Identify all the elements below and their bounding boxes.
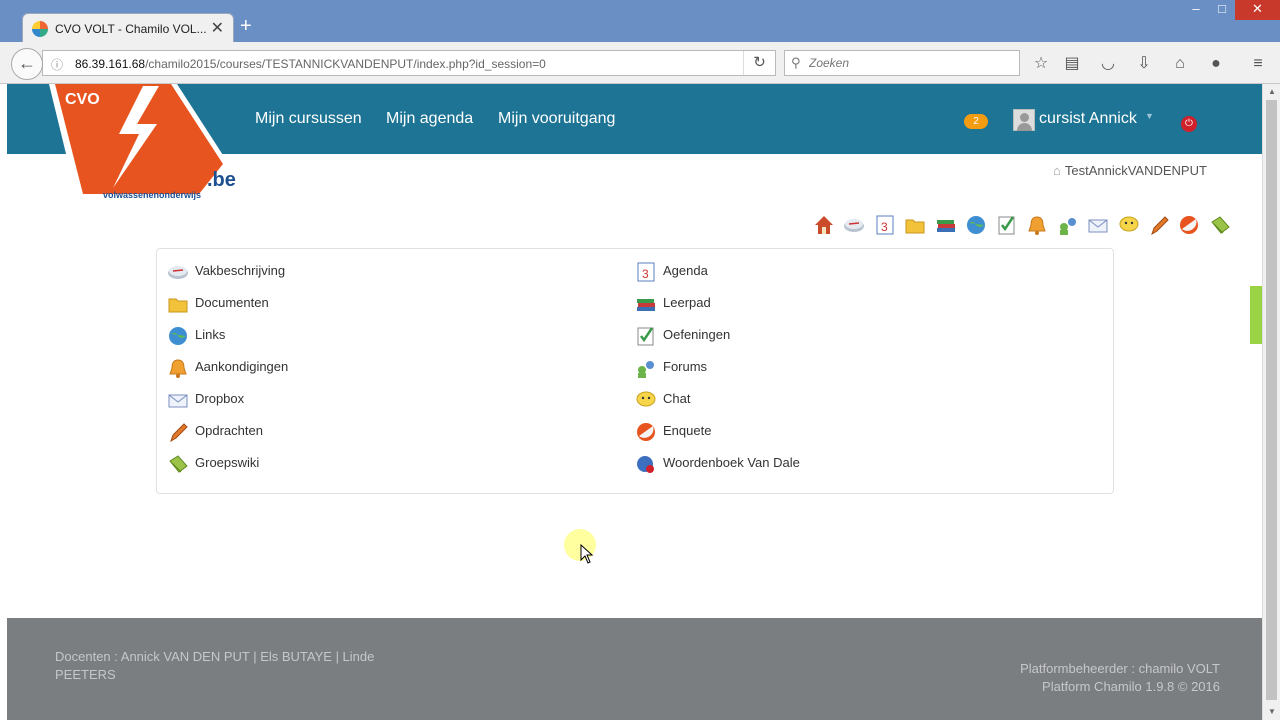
new-tab-button[interactable]: + xyxy=(240,16,252,36)
browser-toolbar: ⓘ 86.39.161.68/chamilo2015/courses/TESTA… xyxy=(0,42,1280,84)
svg-text:3: 3 xyxy=(881,220,888,234)
tool-label[interactable]: Vakbeschrijving xyxy=(195,263,285,278)
tool-label[interactable]: Agenda xyxy=(663,263,708,278)
download-icon[interactable]: ⇩ xyxy=(1134,54,1154,74)
calendar-icon: 3 xyxy=(637,262,655,282)
footer-admin[interactable]: Platformbeheerder : chamilo VOLT xyxy=(1020,660,1220,678)
folder-icon xyxy=(168,298,188,313)
tool-label[interactable]: Enquete xyxy=(663,423,711,438)
back-button[interactable]: ← xyxy=(11,48,43,80)
cvo-volt-logo[interactable]: CVO .be volwassenenonderwijs xyxy=(47,84,247,202)
browser-titlebar: CVO VOLT - Chamilo VOL... ✕ + – □ ✕ xyxy=(0,0,1280,43)
chat-icon[interactable] xyxy=(1118,214,1140,236)
scrollbar-thumb[interactable] xyxy=(1266,100,1277,700)
envelope-icon[interactable] xyxy=(1087,214,1109,236)
footer-platform-info: Platformbeheerder : chamilo VOLT Platfor… xyxy=(1020,660,1220,696)
breadcrumb: ⌂ TestAnnickVANDENPUT xyxy=(1053,163,1207,178)
forum-icon[interactable] xyxy=(1057,214,1079,236)
description-icon xyxy=(168,266,188,279)
bell-icon[interactable] xyxy=(1026,214,1048,236)
mouse-cursor-icon xyxy=(580,544,594,564)
web-page: Mijn cursussen Mijn agenda Mijn vooruitg… xyxy=(7,84,1262,720)
forum-icon xyxy=(638,361,654,378)
logout-power-icon[interactable]: ⏻ xyxy=(1181,116,1197,132)
favicon-icon xyxy=(32,21,48,37)
tool-label[interactable]: Chat xyxy=(663,391,690,406)
tab-close-icon[interactable]: ✕ xyxy=(211,18,224,38)
chat-bubble-icon[interactable]: ● xyxy=(1206,54,1226,74)
description-icon[interactable] xyxy=(843,214,865,236)
notification-badge[interactable]: 2 xyxy=(964,114,988,129)
tool-label[interactable]: Oefeningen xyxy=(663,327,730,342)
wiki-icon xyxy=(169,455,188,473)
nav-mijn-cursussen[interactable]: Mijn cursussen xyxy=(255,110,362,128)
breadcrumb-course-link[interactable]: TestAnnickVANDENPUT xyxy=(1065,163,1207,178)
quiz-icon[interactable] xyxy=(996,214,1018,236)
site-info-icon[interactable]: ⓘ xyxy=(51,56,63,73)
tool-shortcut-bar: 3 xyxy=(813,214,1235,236)
nav-mijn-agenda[interactable]: Mijn agenda xyxy=(386,110,473,128)
tool-label[interactable]: Opdrachten xyxy=(195,423,263,438)
pocket-icon[interactable]: ◡ xyxy=(1098,54,1118,74)
tool-label[interactable]: Aankondigingen xyxy=(195,359,288,374)
nav-mijn-vooruitgang[interactable]: Mijn vooruitgang xyxy=(498,110,615,128)
pencil-icon xyxy=(170,423,188,443)
tool-label[interactable]: Forums xyxy=(663,359,707,374)
tool-label[interactable]: Groepswiki xyxy=(195,455,259,470)
side-feedback-tab[interactable] xyxy=(1250,286,1262,344)
tool-label[interactable]: Links xyxy=(195,327,225,342)
minimize-button[interactable]: – xyxy=(1184,0,1208,20)
home-icon[interactable] xyxy=(813,214,835,236)
books-icon[interactable] xyxy=(935,214,957,236)
survey-icon[interactable] xyxy=(1178,214,1200,236)
close-window-button[interactable]: ✕ xyxy=(1235,0,1280,20)
page-scrollbar[interactable]: ▲ ▼ xyxy=(1262,84,1280,720)
search-icon: ⚲ xyxy=(791,55,801,70)
footer-platform[interactable]: Platform Chamilo 1.9.8 © 2016 xyxy=(1020,678,1220,696)
chat-icon xyxy=(636,391,656,407)
wiki-icon[interactable] xyxy=(1209,214,1231,236)
bell-icon xyxy=(169,359,187,378)
browser-tab[interactable]: CVO VOLT - Chamilo VOL... ✕ xyxy=(22,13,234,43)
url-text: 86.39.161.68/chamilo2015/courses/TESTANN… xyxy=(75,57,546,71)
home-button-icon[interactable]: ⌂ xyxy=(1170,54,1190,74)
search-input[interactable] xyxy=(809,54,1009,72)
user-avatar-icon[interactable] xyxy=(1013,109,1035,131)
scroll-up-icon[interactable]: ▲ xyxy=(1263,85,1280,99)
user-menu[interactable]: cursist Annick xyxy=(1039,110,1137,128)
logo-domain-text: .be xyxy=(207,169,236,191)
globe-icon xyxy=(169,327,187,345)
logo-cvo-text: CVO xyxy=(65,91,100,108)
pencil-icon[interactable] xyxy=(1148,214,1170,236)
breadcrumb-home-icon[interactable]: ⌂ xyxy=(1053,163,1061,178)
bookmark-star-icon[interactable]: ☆ xyxy=(1031,54,1051,74)
tool-label[interactable]: Dropbox xyxy=(195,391,244,406)
reload-icon[interactable]: ↻ xyxy=(743,51,775,75)
svg-text:3: 3 xyxy=(642,267,649,281)
bookmarks-list-icon[interactable]: ▤ xyxy=(1062,54,1082,74)
dictionary-icon xyxy=(637,456,654,473)
folder-icon[interactable] xyxy=(904,214,926,236)
site-footer: Docenten : Annick VAN DEN PUT | Els BUTA… xyxy=(7,618,1262,720)
chevron-down-icon[interactable]: ▼ xyxy=(1145,111,1154,121)
survey-icon xyxy=(637,423,655,441)
tool-label[interactable]: Documenten xyxy=(195,295,269,310)
menu-icon[interactable]: ≡ xyxy=(1248,54,1268,74)
quiz-icon xyxy=(637,327,654,346)
tool-label[interactable]: Leerpad xyxy=(663,295,711,310)
scroll-down-icon[interactable]: ▼ xyxy=(1263,705,1280,719)
course-tools-panel: Vakbeschrijving Documenten Links Aankond… xyxy=(156,248,1114,494)
search-box[interactable]: ⚲ xyxy=(784,50,1020,76)
footer-teachers: Docenten : Annick VAN DEN PUT | Els BUTA… xyxy=(55,649,375,682)
maximize-button[interactable]: □ xyxy=(1210,0,1234,20)
logo-tagline-text: volwassenenonderwijs xyxy=(103,190,201,200)
books-icon xyxy=(637,299,655,311)
calendar-icon[interactable]: 3 xyxy=(874,214,896,236)
envelope-icon xyxy=(168,394,188,408)
tool-label[interactable]: Woordenboek Van Dale xyxy=(663,455,800,470)
address-bar[interactable]: ⓘ 86.39.161.68/chamilo2015/courses/TESTA… xyxy=(42,50,776,76)
globe-icon[interactable] xyxy=(965,214,987,236)
tab-title: CVO VOLT - Chamilo VOL... xyxy=(55,22,207,36)
